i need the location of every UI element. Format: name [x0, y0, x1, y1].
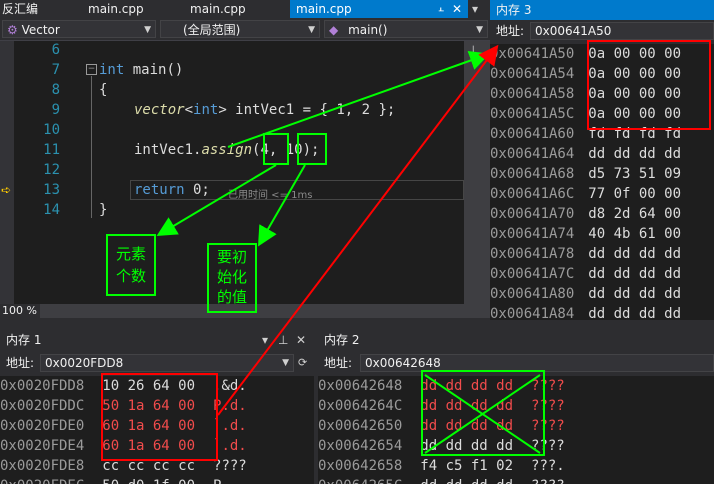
arrow-mem1-to-mem3 — [217, 44, 499, 416]
arrow-to-init-label — [258, 164, 306, 247]
arrow-to-count-label — [156, 164, 277, 237]
annotation-arrows — [156, 44, 541, 454]
arrow-code-to-mem3 — [227, 50, 490, 148]
